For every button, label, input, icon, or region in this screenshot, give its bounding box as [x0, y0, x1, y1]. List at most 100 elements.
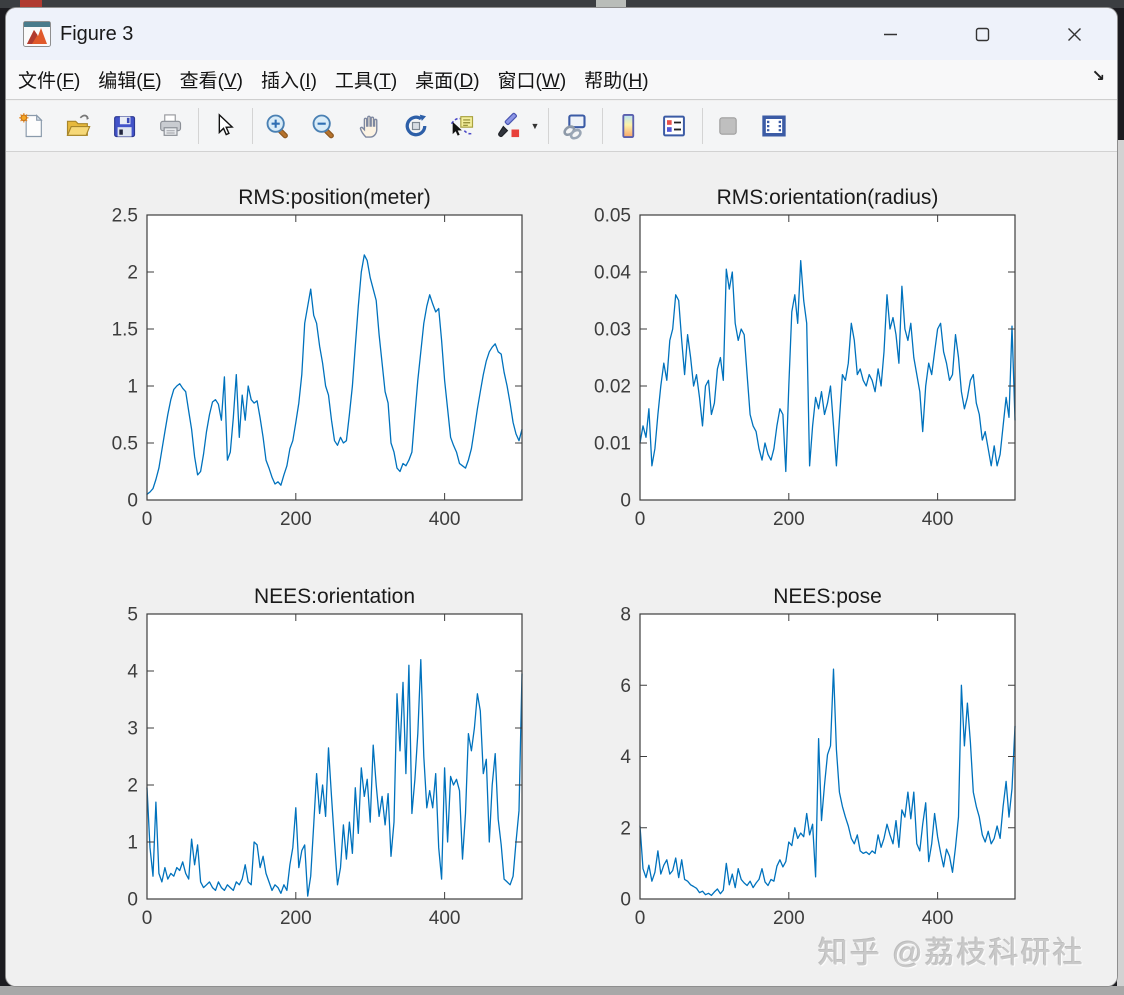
printer-icon [160, 114, 182, 136]
rotate-3d-button[interactable] [396, 106, 436, 146]
y-tick-label: 3 [127, 719, 138, 740]
dock-figure-icon [762, 115, 786, 137]
x-tick-label: 0 [635, 509, 646, 530]
plot-title: RMS:position(meter) [238, 186, 431, 209]
y-tick-label: 0.02 [594, 377, 631, 398]
figure-canvas: 0 200 400 0 0.5 1 1.5 2 2.5 RMS:position(meter) 0… [6, 153, 1117, 986]
title-bar[interactable]: Figure 3 [6, 8, 1117, 60]
minimize-icon [883, 33, 897, 35]
y-tick-label: 0 [620, 491, 631, 512]
y-tick-label: 2.5 [112, 206, 138, 227]
print-figure-button[interactable] [150, 106, 190, 146]
y-tick-label: 0 [620, 890, 631, 911]
toolbar-separator [702, 108, 703, 144]
subplot-rms-position[interactable]: 0 200 400 0 0.5 1 1.5 2 2.5 RMS:position(meter) [90, 183, 550, 538]
zoom-in-icon [266, 114, 288, 139]
colorbar-icon [622, 113, 635, 139]
disabled-square-icon [719, 117, 737, 135]
y-tick-label: 0 [127, 890, 138, 911]
menu-tools[interactable]: 工具(T) [326, 66, 406, 93]
y-tick-label: 1 [127, 377, 138, 398]
brush-icon [498, 112, 520, 138]
subplot-nees-orientation[interactable]: 0 200 400 0 1 2 3 4 5 NEES:orientation [90, 582, 550, 937]
taskbar-strip [0, 986, 1124, 995]
menu-bar: 文件(F) 编辑(E) 查看(V) 插入(I) 工具(T) 桌面(D) 窗口(W… [6, 60, 1117, 100]
menu-view[interactable]: 查看(V) [171, 66, 252, 93]
watermark: 知乎 @荔枝科研社 [818, 937, 1085, 970]
disabled-tool-button [708, 106, 748, 146]
x-tick-label: 200 [773, 908, 805, 929]
x-tick-label: 400 [429, 908, 461, 929]
new-figure-button[interactable] [12, 106, 52, 146]
figure-window: Figure 3 文件(F) 编辑(E) 查看(V) 插入(I) 工具(T) 桌… [6, 8, 1117, 986]
plot-title: RMS:orientation(radius) [717, 186, 939, 209]
toolbar-separator [252, 108, 253, 144]
y-tick-label: 2 [127, 776, 138, 797]
open-folder-icon [66, 114, 91, 136]
dock-figure-button[interactable] [754, 106, 794, 146]
desktop-fragment-red [20, 0, 42, 7]
menu-insert[interactable]: 插入(I) [252, 66, 326, 93]
x-tick-label: 0 [142, 908, 153, 929]
minimize-button[interactable] [862, 16, 918, 52]
zoom-out-button[interactable] [304, 106, 344, 146]
close-button[interactable] [1046, 16, 1102, 52]
window-title: Figure 3 [60, 22, 134, 45]
desktop-background: Figure 3 文件(F) 编辑(E) 查看(V) 插入(I) 工具(T) 桌… [0, 0, 1124, 995]
brush-dropdown-caret[interactable]: ▼ [528, 106, 542, 146]
maximize-icon [975, 27, 989, 41]
insert-colorbar-button[interactable] [608, 106, 648, 146]
desktop-right-strip [1117, 140, 1124, 986]
close-icon [1067, 27, 1081, 41]
open-file-button[interactable] [58, 106, 98, 146]
pan-hand-icon [359, 115, 378, 138]
y-tick-label: 0 [127, 491, 138, 512]
brush-data-button[interactable] [488, 106, 528, 146]
data-cursor-button[interactable] [442, 106, 482, 146]
pan-button[interactable] [350, 106, 390, 146]
y-tick-label: 0.04 [594, 263, 631, 284]
plot-title: NEES:pose [773, 585, 882, 608]
menu-window[interactable]: 窗口(W) [489, 66, 576, 93]
y-tick-label: 0.5 [112, 434, 138, 455]
save-floppy-icon [114, 116, 136, 138]
x-tick-label: 400 [429, 509, 461, 530]
zoom-out-icon [312, 114, 334, 139]
x-tick-label: 0 [635, 908, 646, 929]
y-tick-label: 0.03 [594, 320, 631, 341]
window-controls [862, 16, 1102, 52]
data-cursor-icon [450, 116, 474, 136]
y-tick-label: 1.5 [112, 320, 138, 341]
toolbar-separator [198, 108, 199, 144]
menu-overflow-arrow-icon[interactable]: ↘ [1092, 66, 1105, 86]
y-tick-label: 2 [620, 818, 631, 839]
x-tick-label: 200 [280, 908, 312, 929]
y-tick-label: 2 [127, 263, 138, 284]
insert-legend-button[interactable] [654, 106, 694, 146]
y-tick-label: 0.01 [594, 434, 631, 455]
link-plot-button[interactable] [554, 106, 594, 146]
y-tick-label: 6 [620, 676, 631, 697]
new-figure-icon [19, 113, 43, 138]
plot-area [147, 614, 522, 899]
figure-toolbar: ▼ [6, 101, 1117, 152]
menu-edit[interactable]: 编辑(E) [89, 66, 170, 93]
menu-help[interactable]: 帮助(H) [575, 66, 657, 93]
save-figure-button[interactable] [104, 106, 144, 146]
matlab-figure-icon [23, 21, 51, 47]
desktop-top-strip [0, 0, 1124, 8]
plot-title: NEES:orientation [254, 585, 415, 608]
menu-desktop[interactable]: 桌面(D) [406, 66, 488, 93]
legend-icon [663, 115, 685, 137]
maximize-button[interactable] [954, 16, 1010, 52]
link-plot-icon [563, 114, 586, 140]
subplot-rms-orientation[interactable]: 0 200 400 0 0.01 0.02 0.03 0.04 0.05 RMS:orientat… [583, 183, 1043, 538]
subplot-nees-pose[interactable]: 0 200 400 0 2 4 6 8 NEES:pose [583, 582, 1043, 937]
x-tick-label: 400 [922, 509, 954, 530]
x-tick-label: 200 [280, 509, 312, 530]
menu-file[interactable]: 文件(F) [9, 66, 89, 93]
zoom-in-button[interactable] [258, 106, 298, 146]
edit-plot-button[interactable] [204, 106, 244, 146]
y-tick-label: 4 [620, 747, 631, 768]
pointer-arrow-icon [218, 113, 234, 136]
